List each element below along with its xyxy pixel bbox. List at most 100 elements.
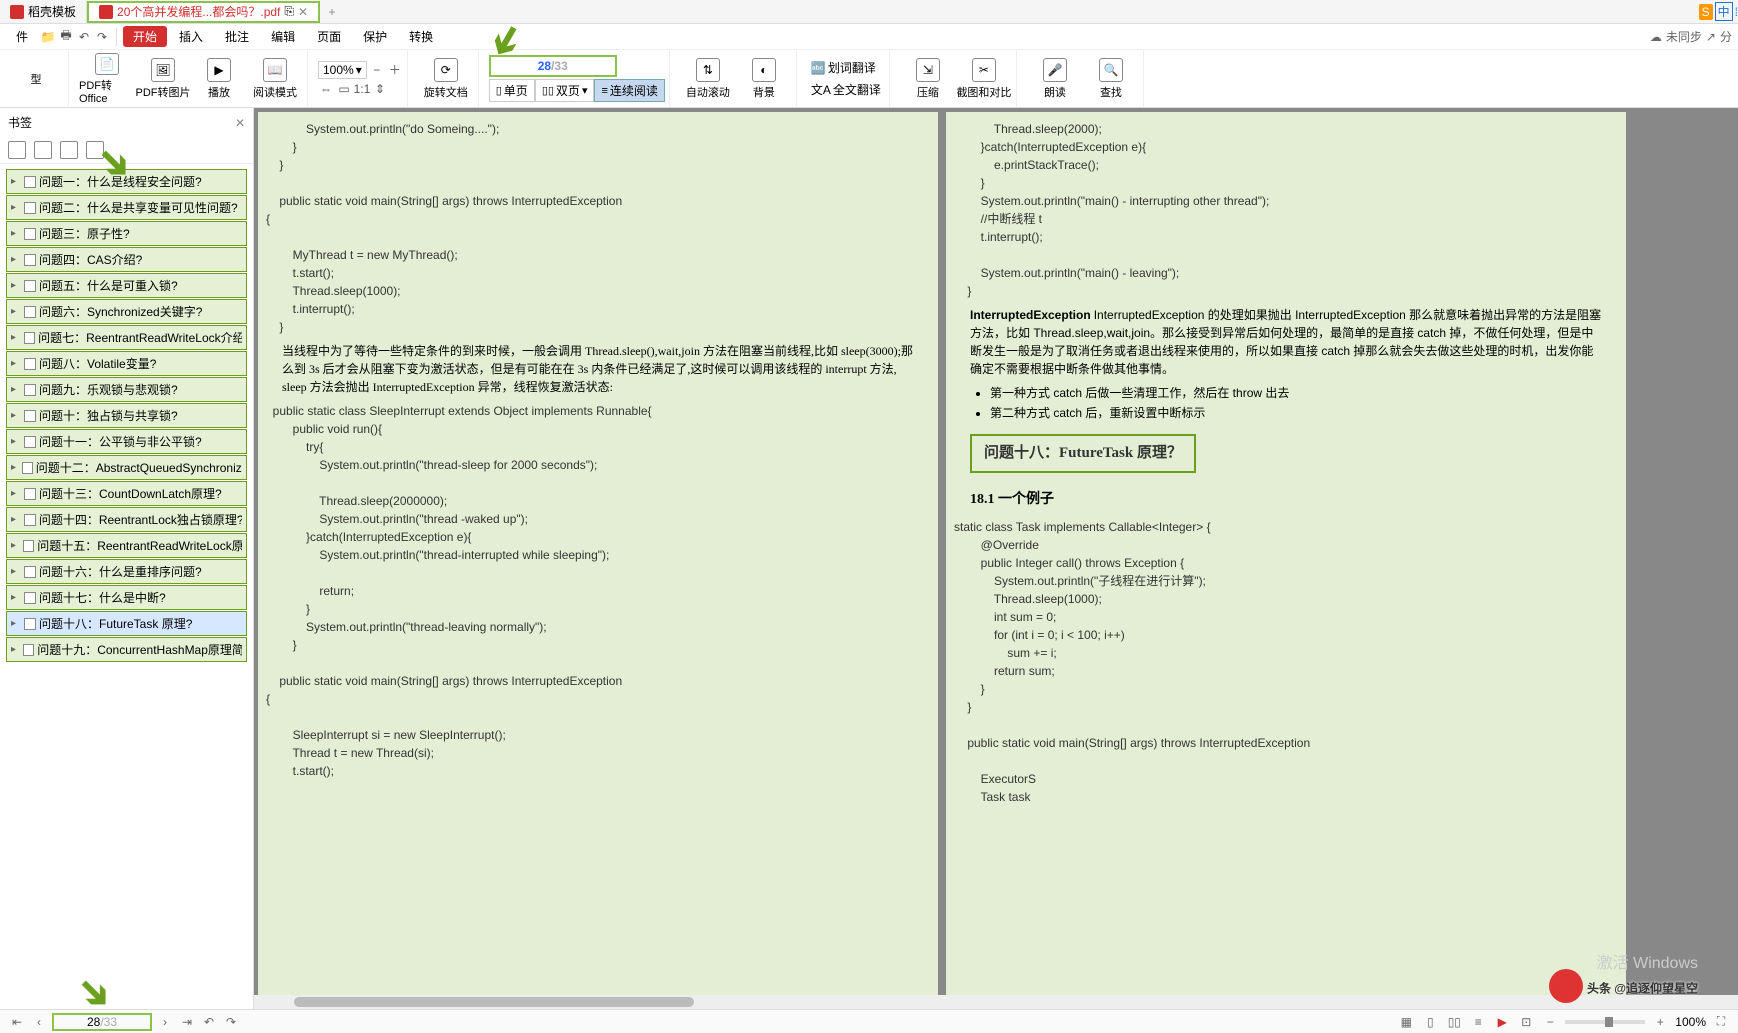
- horizontal-scrollbar[interactable]: [254, 995, 1738, 1009]
- ribbon-page[interactable]: 页面: [307, 26, 351, 47]
- zoom-out-status[interactable]: −: [1541, 1013, 1559, 1031]
- bookmark-item[interactable]: ▸问题二：什么是共享变量可见性问题?: [6, 195, 247, 220]
- fit-page-icon[interactable]: ▭: [336, 81, 352, 97]
- expand-icon[interactable]: ▸: [11, 410, 21, 421]
- close-sidebar-icon[interactable]: ✕: [235, 116, 245, 130]
- continuous-button[interactable]: ≡ 连续阅读: [594, 79, 664, 102]
- redo-icon[interactable]: ↷: [94, 29, 110, 45]
- tab-template[interactable]: 稻壳模板: [0, 1, 87, 23]
- read-mode-button[interactable]: 📖阅读模式: [247, 53, 303, 105]
- bookmark-item[interactable]: ▸问题十：独占锁与共享锁?: [6, 403, 247, 428]
- ribbon-review[interactable]: 批注: [215, 26, 259, 47]
- play-button[interactable]: ▶播放: [191, 53, 247, 105]
- expand-icon[interactable]: ▸: [11, 202, 21, 213]
- page-number-input[interactable]: 28/33: [489, 55, 617, 77]
- pdf-to-image-button[interactable]: 🖼PDF转图片: [135, 53, 191, 105]
- view-single-icon[interactable]: ▯: [1421, 1013, 1439, 1031]
- last-page-button[interactable]: ⇥: [178, 1013, 196, 1031]
- bookmark-item[interactable]: ▸问题十四：ReentrantLock独占锁原理?: [6, 507, 247, 532]
- zoom-in-icon[interactable]: ＋: [387, 62, 403, 78]
- view-read-icon[interactable]: ▶: [1493, 1013, 1511, 1031]
- expand-icon[interactable]: ▸: [11, 644, 20, 655]
- pdf-to-office-button[interactable]: 📄PDF转Office: [79, 53, 135, 105]
- bookmark-item[interactable]: ▸问题十二：AbstractQueuedSynchronizer介绍?: [6, 455, 247, 480]
- bookmark-item[interactable]: ▸问题九：乐观锁与悲观锁?: [6, 377, 247, 402]
- prev-page-button[interactable]: ‹: [30, 1013, 48, 1031]
- view-continuous-icon[interactable]: ≡: [1469, 1013, 1487, 1031]
- ribbon-insert[interactable]: 插入: [169, 26, 213, 47]
- full-translate-button[interactable]: 文A 全文翻译: [807, 79, 885, 101]
- cloud-icon[interactable]: ☁: [1650, 30, 1662, 44]
- expand-icon[interactable]: ▸: [11, 618, 21, 629]
- type-button[interactable]: 型: [8, 53, 64, 105]
- view-double-icon[interactable]: ▯▯: [1445, 1013, 1463, 1031]
- background-button[interactable]: ◐背景: [736, 53, 792, 105]
- next-page-button[interactable]: ›: [156, 1013, 174, 1031]
- rotate-button[interactable]: ⟳旋转文档: [418, 53, 474, 105]
- nav-back-button[interactable]: ↶: [200, 1013, 218, 1031]
- expand-icon[interactable]: ▸: [11, 488, 21, 499]
- expand-icon[interactable]: ▸: [11, 384, 21, 395]
- fit-icon[interactable]: ⊡: [1517, 1013, 1535, 1031]
- bookmark-item[interactable]: ▸问题十九：ConcurrentHashMap原理简述?: [6, 637, 247, 662]
- bookmark-item[interactable]: ▸问题一：什么是线程安全问题?: [6, 169, 247, 194]
- expand-icon[interactable]: ▸: [11, 280, 21, 291]
- zoom-in-status[interactable]: +: [1651, 1013, 1669, 1031]
- compress-button[interactable]: ⇲压缩: [900, 53, 956, 105]
- expand-icon[interactable]: ▸: [11, 228, 21, 239]
- fit-height-icon[interactable]: ⇕: [372, 81, 388, 97]
- page-input-bottom[interactable]: 28/33: [52, 1013, 152, 1031]
- bookmark-item[interactable]: ▸问题十三：CountDownLatch原理?: [6, 481, 247, 506]
- expand-bookmark-icon[interactable]: [60, 141, 78, 159]
- first-page-button[interactable]: ⇤: [8, 1013, 26, 1031]
- expand-icon[interactable]: ▸: [11, 566, 21, 577]
- bookmark-item[interactable]: ▸问题十六：什么是重排序问题?: [6, 559, 247, 584]
- fullscreen-icon[interactable]: ⛶: [1712, 1013, 1730, 1031]
- word-translate-button[interactable]: 🔤 划词翻译: [807, 57, 880, 79]
- open-icon[interactable]: 📁: [40, 29, 56, 45]
- expand-icon[interactable]: ▸: [11, 436, 21, 447]
- zoom-out-icon[interactable]: −: [369, 62, 385, 78]
- single-page-button[interactable]: ▯ 单页: [489, 79, 535, 102]
- crop-button[interactable]: ✂截图和对比: [956, 53, 1012, 105]
- bookmark-item[interactable]: ▸问题十八：FutureTask 原理?: [6, 611, 247, 636]
- delete-bookmark-icon[interactable]: [34, 141, 52, 159]
- ime-menu-icon[interactable]: ⁞: [1735, 5, 1738, 19]
- expand-icon[interactable]: ▸: [11, 592, 21, 603]
- expand-icon[interactable]: ▸: [11, 254, 21, 265]
- fit-width-icon[interactable]: ⇔: [318, 81, 334, 97]
- tab-pdf-active[interactable]: 20个高并发编程...都会吗？.pdf⎘✕: [87, 1, 320, 23]
- auto-scroll-button[interactable]: ⇅自动滚动: [680, 53, 736, 105]
- bookmark-item[interactable]: ▸问题四：CAS介绍?: [6, 247, 247, 272]
- bookmark-item[interactable]: ▸问题五：什么是可重入锁?: [6, 273, 247, 298]
- add-bookmark-icon[interactable]: [8, 141, 26, 159]
- expand-icon[interactable]: ▸: [11, 514, 21, 525]
- bookmark-item[interactable]: ▸问题三：原子性?: [6, 221, 247, 246]
- speak-button[interactable]: 🎤朗读: [1027, 53, 1083, 105]
- undo-icon[interactable]: ↶: [76, 29, 92, 45]
- tab-pin-icon[interactable]: ⎘: [284, 4, 294, 19]
- zoom-slider[interactable]: [1565, 1020, 1645, 1024]
- share-icon[interactable]: ↗: [1706, 30, 1716, 44]
- ribbon-protect[interactable]: 保护: [353, 26, 397, 47]
- bookmark-item[interactable]: ▸问题六：Synchronized关键字?: [6, 299, 247, 324]
- bookmark-item[interactable]: ▸问题十七：什么是中断?: [6, 585, 247, 610]
- ribbon-edit[interactable]: 编辑: [261, 26, 305, 47]
- scrollbar-thumb[interactable]: [294, 997, 694, 1007]
- expand-icon[interactable]: ▸: [11, 332, 21, 343]
- double-page-button[interactable]: ▯▯ 双页▾: [535, 79, 595, 102]
- ribbon-start[interactable]: 开始: [123, 26, 167, 47]
- expand-icon[interactable]: ▸: [11, 462, 19, 473]
- collapse-bookmark-icon[interactable]: [86, 141, 104, 159]
- bookmark-item[interactable]: ▸问题十一：公平锁与非公平锁?: [6, 429, 247, 454]
- close-icon[interactable]: ✕: [298, 5, 308, 19]
- nav-fwd-button[interactable]: ↷: [222, 1013, 240, 1031]
- expand-icon[interactable]: ▸: [11, 176, 21, 187]
- expand-icon[interactable]: ▸: [11, 306, 21, 317]
- file-menu[interactable]: 件: [6, 26, 38, 47]
- new-tab-button[interactable]: +: [320, 5, 344, 19]
- print-icon[interactable]: 🖶: [58, 29, 74, 45]
- actual-size-icon[interactable]: 1:1: [354, 81, 370, 97]
- expand-icon[interactable]: ▸: [11, 358, 21, 369]
- ribbon-convert[interactable]: 转换: [399, 26, 443, 47]
